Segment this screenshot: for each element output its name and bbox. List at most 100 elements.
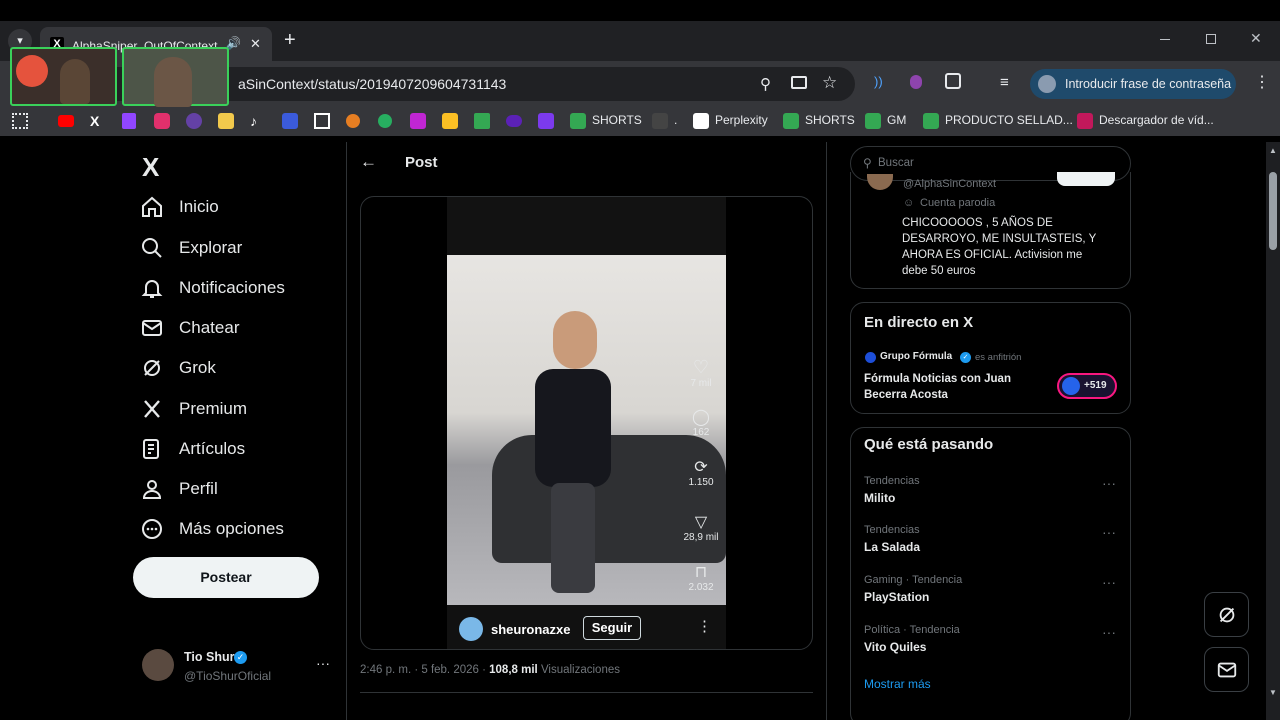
zoom-icon[interactable]: ⚲ <box>760 75 771 93</box>
listener-pill[interactable]: +519 <box>1057 373 1117 399</box>
trend-more-icon[interactable]: ··· <box>1102 524 1116 540</box>
color-bookmark-icon[interactable] <box>346 114 360 128</box>
scroll-down-arrow-icon[interactable]: ▼ <box>1269 688 1277 697</box>
video-container[interactable]: ♡ 7 mil ◯ 162 ⟳ 1.150 ▽ 28,9 mil ⊓ 2.032 sheu… <box>360 196 813 650</box>
messages-float-button[interactable] <box>1204 647 1249 692</box>
quoted-handle: @AlphaSinContext <box>903 178 997 190</box>
install-app-icon[interactable] <box>791 76 807 89</box>
url-text[interactable]: aSinContext/status/2019407209604731143 <box>238 76 506 92</box>
creator-avatar <box>459 617 483 641</box>
trend-more-icon[interactable]: ··· <box>1102 475 1116 491</box>
yellow-bookmark-icon[interactable] <box>218 113 234 129</box>
view-count: 108,8 mil <box>489 664 538 676</box>
instagram-icon[interactable] <box>154 113 170 129</box>
black-bookmark-icon[interactable] <box>314 113 330 129</box>
scrollbar-thumb[interactable] <box>1269 172 1277 250</box>
dark-bookmark-icon <box>652 113 668 129</box>
bookmark-label: Descargador de víd... <box>1099 113 1214 128</box>
share-action[interactable]: ▽ 28,9 mil <box>681 512 721 543</box>
search-icon: ⚲ <box>863 156 872 170</box>
bookmark-shorts-2[interactable]: SHORTS <box>783 113 855 129</box>
video-frame[interactable]: ♡ 7 mil ◯ 162 ⟳ 1.150 ▽ 28,9 mil ⊓ 2.032 sheu… <box>447 197 726 649</box>
bookmark-descargador[interactable]: Descargador de víd... <box>1077 113 1214 129</box>
violet-bookmark-icon[interactable] <box>506 115 522 127</box>
back-arrow-icon[interactable]: ← <box>360 152 377 172</box>
star-bookmark-icon[interactable] <box>410 113 426 129</box>
post-timestamp[interactable]: 2:46 p. m. · 5 feb. 2026 · <box>360 664 486 676</box>
grok-float-button[interactable] <box>1204 592 1249 637</box>
profile-chip-label: Introducir frase de contraseña <box>1065 77 1232 91</box>
avatar <box>867 174 893 190</box>
post-button[interactable]: Postear <box>133 557 319 598</box>
save-action[interactable]: ⊓ 2.032 <box>681 562 721 593</box>
follow-button[interactable]: Seguir <box>583 616 641 640</box>
extension-potion-icon[interactable] <box>910 75 922 89</box>
browser-menu-icon[interactable]: ⋮ <box>1254 72 1270 92</box>
twitch-icon[interactable] <box>122 113 136 129</box>
page-scrollbar[interactable]: ▲ ▼ <box>1266 142 1280 720</box>
show-more-link[interactable]: Mostrar más <box>864 677 931 691</box>
bookmark-producto[interactable]: PRODUCTO SELLAD... <box>923 113 1073 129</box>
post-meta: 2:46 p. m. · 5 feb. 2026 · 108,8 mil Vis… <box>360 664 620 676</box>
trend-item[interactable]: Gaming · Tendencia PlayStation ··· <box>864 574 1118 604</box>
comment-action[interactable]: ◯ 162 <box>681 407 721 438</box>
send-icon: ▽ <box>694 514 708 531</box>
nav-label: Explorar <box>179 238 243 257</box>
purple-square-icon[interactable] <box>538 113 554 129</box>
bookmark-gm[interactable]: GM <box>865 113 906 129</box>
grok-icon <box>144 360 160 376</box>
perplexity-icon <box>693 113 709 129</box>
x-logo[interactable]: X <box>142 152 159 183</box>
live-card[interactable]: En directo en X Grupo Fórmula ✓ es anfit… <box>850 302 1131 414</box>
bookmark-star-icon[interactable]: ☆ <box>822 73 837 93</box>
extensions-puzzle-icon[interactable] <box>945 73 961 89</box>
trends-title: Qué está pasando <box>864 436 994 453</box>
green-plus-icon <box>865 113 881 129</box>
trend-more-icon[interactable]: ··· <box>1102 574 1116 590</box>
bookmark-label: GM <box>887 113 907 128</box>
trend-item[interactable]: Tendencias La Salada ··· <box>864 524 1118 554</box>
close-window-icon[interactable]: ✕ <box>1250 30 1262 47</box>
bookmark-shorts-1[interactable]: SHORTS <box>570 113 642 129</box>
like-action[interactable]: ♡ 7 mil <box>681 357 721 389</box>
bookmark-perplexity[interactable]: Perplexity <box>693 113 768 129</box>
youtube-icon[interactable] <box>58 115 74 127</box>
account-more-icon[interactable]: ··· <box>316 655 330 671</box>
minimize-icon[interactable] <box>1160 39 1170 40</box>
x-bookmark-icon[interactable]: X <box>90 113 99 129</box>
trend-more-icon[interactable]: ··· <box>1102 624 1116 640</box>
trend-item[interactable]: Política · Tendencia Vito Quiles ··· <box>864 624 1118 654</box>
host-role: es anfitrión <box>975 352 1022 363</box>
green-plus-icon[interactable] <box>474 113 490 129</box>
bookmarks-bar: X ♪ SHORTS . Perplexity SHORTS GM PRODUC… <box>0 106 1280 136</box>
parody-badge: Cuenta parodia <box>920 197 996 209</box>
heart-icon: ♡ <box>692 357 710 377</box>
person-silhouette <box>154 57 192 107</box>
scroll-up-arrow-icon[interactable]: ▲ <box>1269 146 1277 155</box>
media-queue-icon[interactable]: ≡ <box>1000 74 1009 91</box>
dots-bookmark-icon[interactable] <box>378 114 392 128</box>
close-tab-icon[interactable]: ✕ <box>250 36 261 52</box>
restore-icon[interactable] <box>1206 34 1216 44</box>
quoted-text: CHICOOOOOS , 5 AÑOS DE DESARROYO, ME INS… <box>902 217 1097 277</box>
trend-item[interactable]: Tendencias Milito ··· <box>864 475 1118 505</box>
purple-bookmark-icon[interactable] <box>186 113 202 129</box>
video-more-icon[interactable]: ⋮ <box>697 617 712 635</box>
bookmark-dot[interactable]: . <box>652 113 677 129</box>
follow-chip[interactable] <box>1057 172 1115 186</box>
account-switcher[interactable]: Tio Shur ✓ @TioShurOficial ··· <box>140 645 330 689</box>
extension-audio-icon[interactable]: )) <box>874 74 883 89</box>
apps-grid-icon[interactable] <box>12 113 28 129</box>
tiktok-icon[interactable]: ♪ <box>250 113 257 129</box>
profile-chip[interactable]: Introducir frase de contraseña <box>1030 69 1236 99</box>
trend-category: Tendencias <box>864 524 920 536</box>
blue-bookmark-icon[interactable] <box>282 113 298 129</box>
verified-icon: ✓ <box>234 651 247 664</box>
new-tab-button[interactable]: + <box>284 29 296 52</box>
repost-action[interactable]: ⟳ 1.150 <box>681 457 721 488</box>
rainbow-bookmark-icon[interactable] <box>442 113 458 129</box>
quoted-post-card[interactable]: @AlphaSinContext ☺ Cuenta parodia CHICOO… <box>850 172 1131 289</box>
creator-username[interactable]: sheuronazxe <box>491 622 570 637</box>
mail-icon <box>1217 662 1237 678</box>
person-silhouette <box>60 59 90 104</box>
